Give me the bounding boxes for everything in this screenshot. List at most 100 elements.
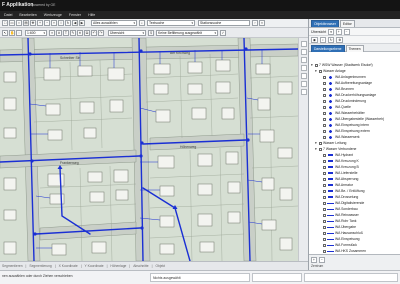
select-mode-combo[interactable]: Alles auswählen ▾: [91, 20, 137, 26]
visibility-checkbox[interactable]: [323, 93, 326, 97]
pan-icon[interactable]: ✥: [30, 20, 36, 26]
visibility-checkbox[interactable]: [323, 195, 326, 199]
layer-symbol-icon: [327, 171, 334, 175]
menu-item-hilfe[interactable]: Hilfe: [88, 13, 95, 17]
visibility-checkbox[interactable]: [323, 123, 326, 127]
visibility-checkbox[interactable]: [323, 183, 326, 187]
redo-icon[interactable]: ↷: [98, 30, 104, 36]
expand-toggle-icon[interactable]: ▾: [315, 146, 318, 152]
clear-icon[interactable]: ×: [259, 20, 265, 26]
visibility-checkbox[interactable]: [323, 219, 326, 223]
visibility-checkbox[interactable]: [323, 111, 326, 115]
zoom-in-icon[interactable]: +: [37, 20, 43, 26]
visibility-checkbox[interactable]: [323, 171, 326, 175]
open-icon[interactable]: ▭: [9, 20, 15, 26]
grid-icon[interactable]: #: [56, 30, 62, 36]
visibility-checkbox[interactable]: [323, 165, 326, 169]
tab-darstellungsebene[interactable]: Darstellungsebene: [311, 45, 345, 52]
visibility-checkbox[interactable]: [323, 231, 326, 235]
scale-combo[interactable]: 1:600 ▾: [25, 30, 47, 36]
visibility-checkbox[interactable]: [323, 117, 326, 121]
view-dropdown-icon[interactable]: ▾: [328, 28, 334, 35]
zoom-out-icon[interactable]: [301, 49, 307, 55]
menu-item-bearbeiten[interactable]: Bearbeiten: [19, 13, 36, 17]
menu-item-fenster[interactable]: Fenster: [69, 13, 81, 17]
visibility-checkbox[interactable]: [323, 105, 326, 109]
visibility-checkbox[interactable]: [319, 69, 322, 73]
visibility-checkbox[interactable]: [323, 135, 326, 139]
info-icon[interactable]: i: [58, 20, 64, 26]
tab-editor[interactable]: Editor: [339, 20, 355, 27]
print-icon[interactable]: ▤: [23, 20, 29, 26]
visibility-checkbox[interactable]: [323, 237, 326, 241]
undo-icon[interactable]: ↶: [91, 30, 97, 36]
visibility-checkbox[interactable]: [319, 147, 322, 151]
station-search-field[interactable]: Stationssuche: [198, 20, 250, 26]
layers-icon[interactable]: ≡: [49, 30, 55, 36]
status-item[interactable]: Segmentierung: [29, 264, 51, 268]
label-icon[interactable]: T: [63, 30, 69, 36]
layers-icon[interactable]: [301, 73, 307, 79]
visibility-checkbox[interactable]: [323, 243, 326, 247]
menu-item-werkzeuge[interactable]: Werkzeuge: [44, 13, 62, 17]
visibility-checkbox[interactable]: [323, 213, 326, 217]
edit-icon[interactable]: ✎: [70, 30, 76, 36]
expand-toggle-icon[interactable]: ▾: [311, 62, 314, 68]
visibility-checkbox[interactable]: [323, 201, 326, 205]
layer-symbol-icon: [327, 231, 334, 235]
visibility-checkbox[interactable]: [315, 63, 318, 67]
hand-icon[interactable]: ✋: [9, 30, 15, 36]
status-item[interactable]: Segmentieren: [2, 264, 23, 268]
zoom-extent-icon[interactable]: [301, 57, 307, 63]
delete-icon[interactable]: ✕: [77, 30, 83, 36]
collapse-icon[interactable]: −: [343, 28, 350, 35]
zoom-out-icon[interactable]: −: [319, 257, 325, 263]
show-all-icon[interactable]: ◉: [311, 36, 318, 43]
menu-item-datei[interactable]: Datei: [4, 13, 12, 17]
go-icon[interactable]: ›: [252, 20, 258, 26]
visibility-checkbox[interactable]: [323, 249, 326, 253]
pan-icon[interactable]: [301, 65, 307, 71]
visibility-checkbox[interactable]: [323, 81, 326, 85]
visibility-checkbox[interactable]: [323, 225, 326, 229]
layer-select-combo[interactable]: Übersicht ▾: [108, 30, 146, 36]
back-icon[interactable]: ◀: [72, 20, 78, 26]
refresh-icon[interactable]: ↻: [327, 36, 335, 43]
tab-themen[interactable]: Themen: [345, 45, 364, 52]
select-icon[interactable]: ↖: [2, 30, 8, 36]
visibility-checkbox[interactable]: [323, 87, 326, 91]
zoom-out-icon[interactable]: −: [44, 20, 50, 26]
filter-combo[interactable]: Keine Befilterung ausgewählt ▾: [156, 30, 218, 36]
tab-objektbrowser[interactable]: Objektbrowser: [311, 20, 339, 27]
text-search-combo[interactable]: Textsuche ▾: [147, 20, 195, 26]
visibility-checkbox[interactable]: [323, 129, 326, 133]
hide-all-icon[interactable]: ○: [319, 36, 326, 43]
apply-filter-icon[interactable]: ✓: [220, 30, 226, 36]
map-canvas[interactable]: Schreiber Str Am Kirchweg Frankenweg Höh…: [0, 38, 298, 261]
forward-icon[interactable]: ▶: [79, 20, 85, 26]
visibility-checkbox[interactable]: [323, 189, 326, 193]
settings-icon[interactable]: ⚙: [336, 36, 344, 43]
zoom-in-icon[interactable]: +: [311, 257, 317, 263]
zoom-in-icon[interactable]: [301, 41, 307, 47]
visibility-checkbox[interactable]: [323, 153, 326, 157]
search-icon[interactable]: ⌕: [139, 20, 145, 26]
lock-icon[interactable]: ▫: [16, 30, 22, 36]
save-icon[interactable]: ▪: [16, 20, 22, 26]
filter-icon[interactable]: ⊽: [148, 30, 154, 36]
layer-tree[interactable]: ▾ 7 WSW Wasser (Stadtwerk Elsdorf) ▾ Wasser…: [309, 62, 400, 254]
expand-toggle-icon[interactable]: ▾: [315, 68, 318, 74]
visibility-checkbox[interactable]: [323, 207, 326, 211]
new-icon[interactable]: □: [2, 20, 8, 26]
measure-icon[interactable]: [301, 81, 307, 87]
expand-icon[interactable]: +: [335, 28, 342, 35]
visibility-checkbox[interactable]: [319, 141, 322, 145]
visibility-checkbox[interactable]: [323, 159, 326, 163]
measure-icon[interactable]: ⌖: [51, 20, 57, 26]
visibility-checkbox[interactable]: [323, 177, 326, 181]
refresh-icon[interactable]: ↻: [65, 20, 71, 26]
copy-icon[interactable]: ⧉: [84, 30, 90, 36]
print-icon[interactable]: [301, 89, 307, 95]
visibility-checkbox[interactable]: [323, 75, 326, 79]
visibility-checkbox[interactable]: [323, 99, 326, 103]
